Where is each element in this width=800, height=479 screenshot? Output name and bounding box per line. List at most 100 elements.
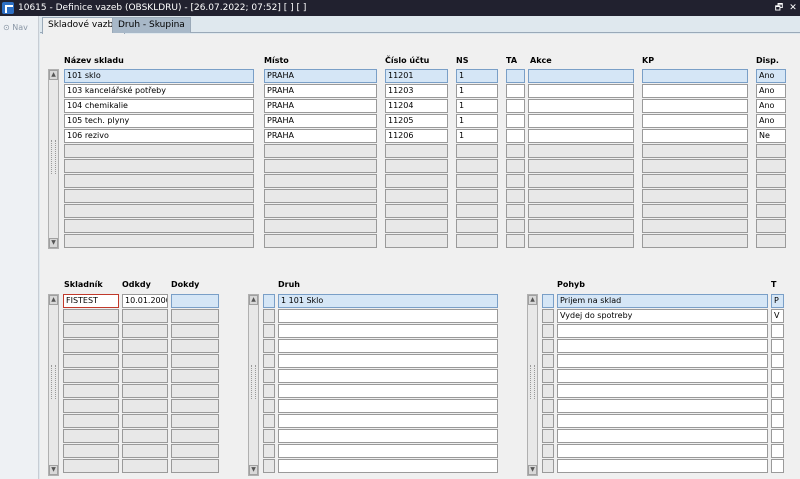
top-cell-disp[interactable] <box>756 219 786 233</box>
top-cell-akce[interactable] <box>528 144 634 158</box>
top-cell-ns[interactable]: 1 <box>456 114 498 128</box>
skladnik-cell-dokdy[interactable] <box>171 339 219 353</box>
top-cell-ta[interactable] <box>506 219 525 233</box>
top-cell-ns[interactable] <box>456 174 498 188</box>
druh-cell[interactable] <box>278 384 498 398</box>
druh-cell[interactable] <box>278 354 498 368</box>
t-cell[interactable] <box>771 399 784 413</box>
scroll-grip[interactable] <box>51 365 56 399</box>
skladnik-cell-dokdy[interactable] <box>171 399 219 413</box>
top-cell-kp[interactable] <box>642 219 748 233</box>
top-cell-disp[interactable]: Ano <box>756 69 786 83</box>
top-cell-nazev[interactable] <box>64 219 254 233</box>
skladnik-cell-odkdy[interactable] <box>122 429 168 443</box>
top-cell-ucet[interactable]: 11201 <box>385 69 448 83</box>
top-cell-misto[interactable] <box>264 219 377 233</box>
top-cell-nazev[interactable] <box>64 174 254 188</box>
druh-cell[interactable] <box>278 459 498 473</box>
scroll-grip[interactable] <box>530 365 535 399</box>
druh-cell[interactable] <box>278 324 498 338</box>
top-cell-ns[interactable] <box>456 234 498 248</box>
top-cell-akce[interactable] <box>528 159 634 173</box>
top-cell-akce[interactable] <box>528 69 634 83</box>
skladnik-cell-dokdy[interactable] <box>171 294 219 308</box>
top-cell-kp[interactable] <box>642 189 748 203</box>
top-cell-misto[interactable]: PRAHA <box>264 114 377 128</box>
top-cell-ucet[interactable]: 11204 <box>385 99 448 113</box>
scroll-up-icon[interactable]: ▲ <box>49 295 58 305</box>
scroll-grip[interactable] <box>51 140 56 174</box>
scroll-down-icon[interactable]: ▼ <box>249 465 258 475</box>
pohyb-cell[interactable] <box>557 354 768 368</box>
top-cell-ta[interactable] <box>506 159 525 173</box>
skladnik-cell-skladnik[interactable] <box>63 414 119 428</box>
t-cell[interactable] <box>771 384 784 398</box>
top-cell-disp[interactable]: Ano <box>756 84 786 98</box>
pohyb-cell[interactable]: Vydej do spotreby <box>557 309 768 323</box>
skladnik-cell-odkdy[interactable] <box>122 444 168 458</box>
top-cell-disp[interactable] <box>756 189 786 203</box>
skladnik-cell-skladnik[interactable] <box>63 399 119 413</box>
skladnik-cell-odkdy[interactable] <box>122 399 168 413</box>
druh-row-selector[interactable] <box>263 339 275 353</box>
nav-button[interactable]: ⊙ Nav <box>3 23 28 32</box>
top-cell-ucet[interactable] <box>385 144 448 158</box>
top-cell-disp[interactable] <box>756 144 786 158</box>
pohyb-row-selector[interactable] <box>542 339 554 353</box>
top-cell-ucet[interactable] <box>385 189 448 203</box>
top-scrollbar[interactable]: ▲ ▼ <box>48 69 59 249</box>
pohyb-row-selector[interactable] <box>542 444 554 458</box>
skladnik-cell-dokdy[interactable] <box>171 309 219 323</box>
druh-row-selector[interactable] <box>263 369 275 383</box>
skladnik-cell-dokdy[interactable] <box>171 459 219 473</box>
pohyb-row-selector[interactable] <box>542 384 554 398</box>
scroll-up-icon[interactable]: ▲ <box>528 295 537 305</box>
scroll-grip[interactable] <box>251 365 256 399</box>
pohyb-cell[interactable] <box>557 384 768 398</box>
t-cell[interactable] <box>771 429 784 443</box>
skladnik-cell-dokdy[interactable] <box>171 369 219 383</box>
top-cell-disp[interactable] <box>756 234 786 248</box>
druh-cell[interactable] <box>278 399 498 413</box>
skladnik-cell-skladnik[interactable] <box>63 324 119 338</box>
top-cell-misto[interactable] <box>264 204 377 218</box>
top-cell-kp[interactable] <box>642 69 748 83</box>
top-cell-misto[interactable] <box>264 174 377 188</box>
bottom-right-scrollbar[interactable]: ▲ ▼ <box>527 294 538 476</box>
druh-cell[interactable] <box>278 369 498 383</box>
skladnik-cell-dokdy[interactable] <box>171 384 219 398</box>
pohyb-cell[interactable] <box>557 414 768 428</box>
top-cell-nazev[interactable]: 104 chemikalie <box>64 99 254 113</box>
skladnik-cell-dokdy[interactable] <box>171 354 219 368</box>
top-cell-misto[interactable] <box>264 189 377 203</box>
top-cell-ucet[interactable] <box>385 174 448 188</box>
top-cell-nazev[interactable] <box>64 159 254 173</box>
skladnik-cell-dokdy[interactable] <box>171 429 219 443</box>
top-cell-disp[interactable]: Ne <box>756 129 786 143</box>
top-cell-ta[interactable] <box>506 69 525 83</box>
t-cell[interactable] <box>771 459 784 473</box>
scroll-down-icon[interactable]: ▼ <box>49 465 58 475</box>
top-cell-disp[interactable] <box>756 159 786 173</box>
top-cell-ta[interactable] <box>506 144 525 158</box>
pohyb-cell[interactable] <box>557 339 768 353</box>
top-cell-kp[interactable] <box>642 234 748 248</box>
top-cell-ta[interactable] <box>506 204 525 218</box>
top-cell-nazev[interactable] <box>64 204 254 218</box>
t-cell[interactable]: V <box>771 309 784 323</box>
top-cell-akce[interactable] <box>528 219 634 233</box>
pohyb-row-selector[interactable] <box>542 399 554 413</box>
druh-cell[interactable] <box>278 339 498 353</box>
bottom-left-scrollbar[interactable]: ▲ ▼ <box>48 294 59 476</box>
druh-row-selector[interactable] <box>263 414 275 428</box>
top-cell-ucet[interactable]: 11205 <box>385 114 448 128</box>
top-cell-ucet[interactable] <box>385 159 448 173</box>
pohyb-row-selector[interactable] <box>542 354 554 368</box>
top-cell-kp[interactable] <box>642 174 748 188</box>
skladnik-cell-skladnik[interactable] <box>63 309 119 323</box>
pohyb-cell[interactable] <box>557 429 768 443</box>
skladnik-cell-skladnik[interactable] <box>63 369 119 383</box>
druh-row-selector[interactable] <box>263 384 275 398</box>
top-cell-akce[interactable] <box>528 234 634 248</box>
scroll-up-icon[interactable]: ▲ <box>249 295 258 305</box>
